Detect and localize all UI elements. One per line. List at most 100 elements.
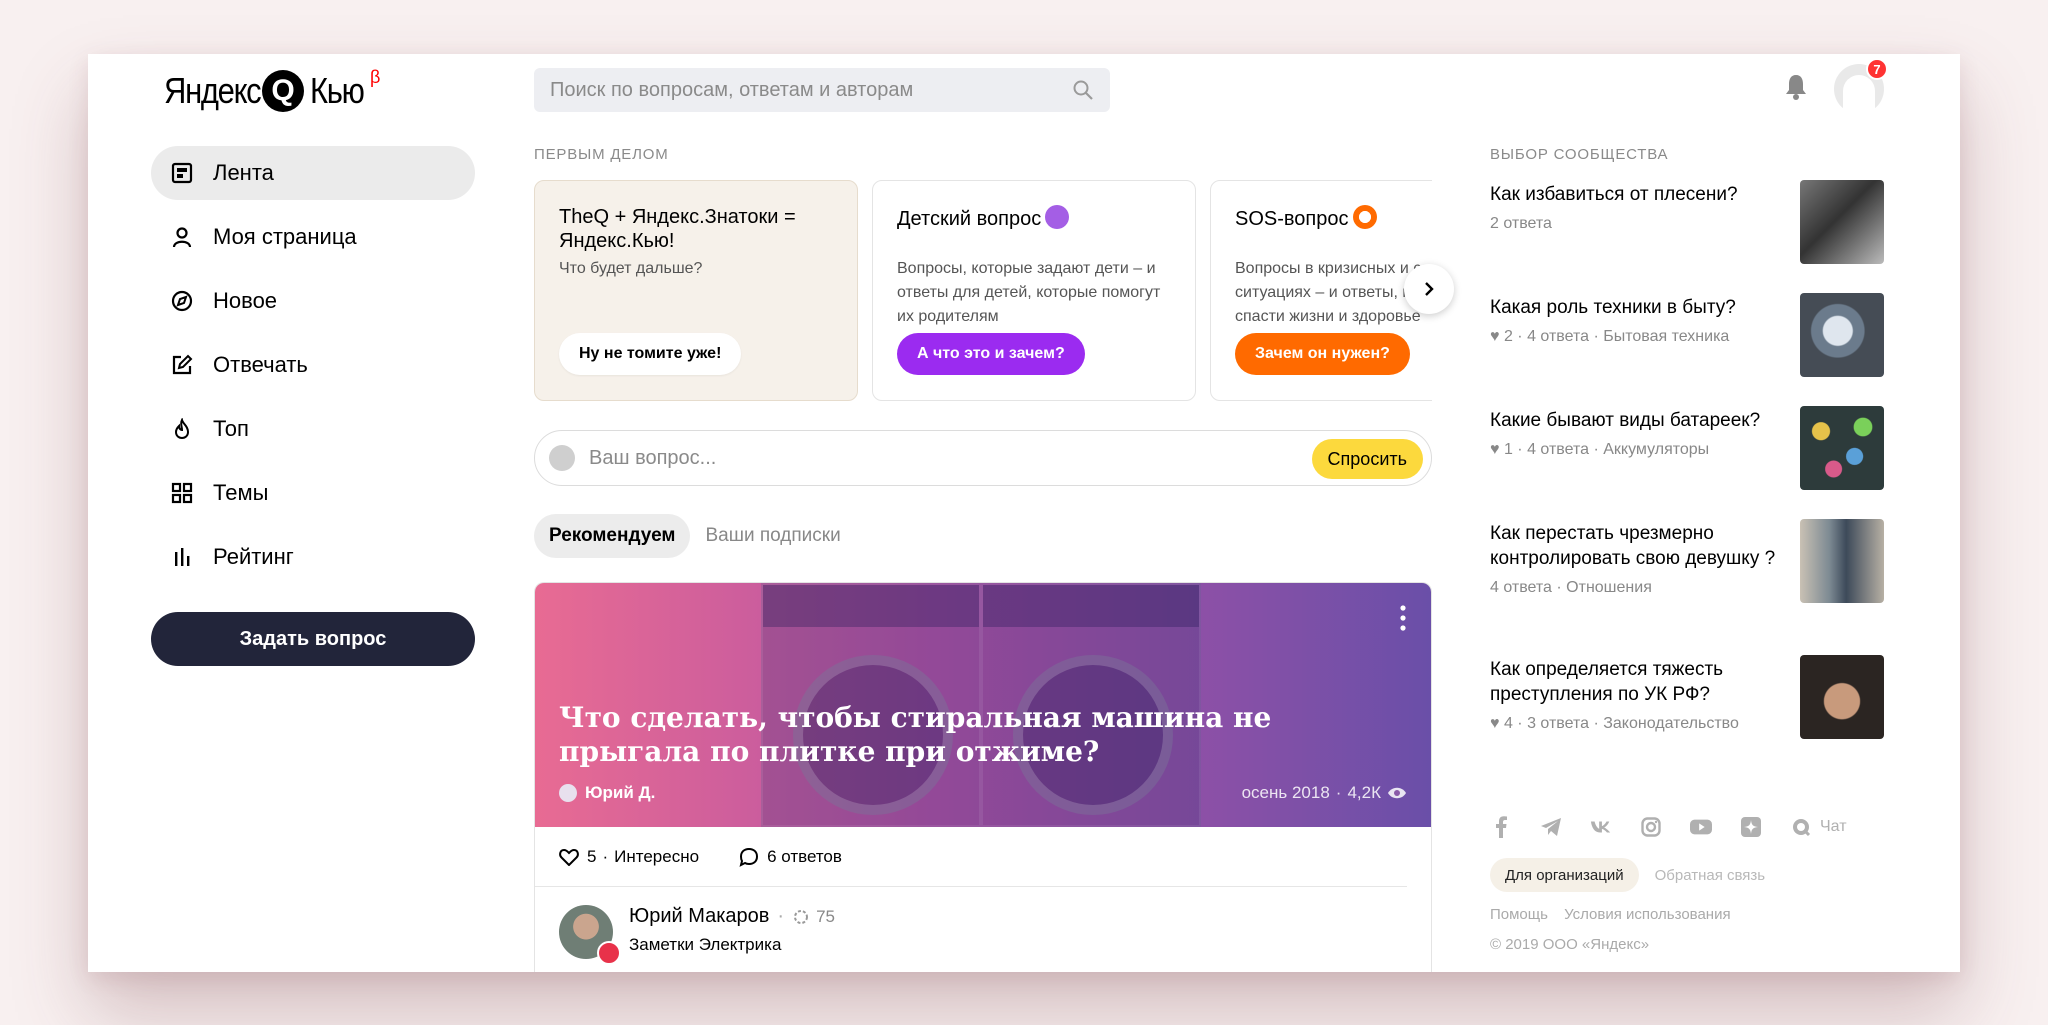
sidebar-item-label: Топ <box>213 416 249 441</box>
avatar <box>549 445 575 471</box>
sidebar-item-label: Моя страница <box>213 224 357 249</box>
ask-submit-button[interactable]: Спросить <box>1311 439 1423 479</box>
bars-icon <box>169 544 195 570</box>
question-thumbnail[interactable] <box>1800 655 1884 739</box>
feed-icon <box>169 160 195 186</box>
answer-author-row: Юрий Макаров · 75 <box>629 905 836 928</box>
question-title[interactable]: Какая роль техники в быту? <box>1490 295 1780 320</box>
sidebar-item-rating[interactable]: Рейтинг <box>151 530 475 584</box>
list-item[interactable]: Как перестать чрезмерно контролировать с… <box>1490 519 1884 657</box>
bell-icon[interactable] <box>1784 73 1808 106</box>
community-list: Как избавиться от плесени? 2 ответа Кака… <box>1490 180 1884 770</box>
sidebar-item-new[interactable]: Новое <box>151 274 475 328</box>
promo-card-button[interactable]: А что это и зачем? <box>897 333 1085 375</box>
chat-link[interactable]: Чат <box>1820 818 1847 836</box>
question-title[interactable]: Как определяется тяжесть преступления по… <box>1490 657 1780 707</box>
section-label-community: Выбор сообщества <box>1490 146 1669 163</box>
sidebar-item-label: Рейтинг <box>213 544 294 569</box>
post-hero[interactable]: Что сделать, чтобы стиральная машина не … <box>535 583 1431 827</box>
like-button[interactable]: 5 · Интересно <box>559 847 699 867</box>
rating-gear-icon <box>794 909 809 924</box>
answer-blog-name[interactable]: Заметки Электрика <box>629 935 781 955</box>
sidebar-nav: Лента Моя страница Новое Отвечать Топ Те… <box>151 146 475 594</box>
feedback-link[interactable]: Обратная связь <box>1655 867 1766 884</box>
chevron-right-icon <box>1425 282 1434 296</box>
promo-card-button[interactable]: Зачем он нужен? <box>1235 333 1410 375</box>
promo-card-subtitle: Что будет дальше? <box>559 260 703 277</box>
answers-count: 6 ответов <box>767 846 842 866</box>
post-actions: 5 · Интересно 6 ответов <box>535 827 1407 887</box>
question-title[interactable]: Как избавиться от плесени? <box>1490 182 1780 207</box>
answers-button[interactable]: 6 ответов <box>739 847 842 867</box>
user-avatar[interactable]: 7 <box>1834 58 1888 114</box>
grid-icon <box>169 480 195 506</box>
chat-icon[interactable] <box>1790 816 1812 838</box>
search-input[interactable] <box>550 68 1050 112</box>
promo-card-subtitle: Вопросы, которые задают дети – и ответы … <box>897 260 1161 325</box>
sidebar-item-answer[interactable]: Отвечать <box>151 338 475 392</box>
help-link[interactable]: Помощь <box>1490 906 1548 923</box>
answer-author-name[interactable]: Юрий Макаров <box>629 905 769 928</box>
notification-badge: 7 <box>1866 58 1888 80</box>
carousel-next-button[interactable] <box>1404 264 1454 314</box>
answer-preview[interactable]: Юрий Макаров · 75 Заметки Электрика <box>535 887 1431 967</box>
social-links: Чат <box>1490 816 1847 838</box>
post-views: 4,2К <box>1347 783 1381 802</box>
answer-author-score: 75 <box>816 906 836 926</box>
question-title[interactable]: Какие бывают виды батареек? <box>1490 408 1780 433</box>
sidebar-item-label: Отвечать <box>213 352 308 377</box>
sidebar-item-topics[interactable]: Темы <box>151 466 475 520</box>
instagram-icon[interactable] <box>1640 816 1662 838</box>
vk-icon[interactable] <box>1590 816 1612 838</box>
question-thumbnail[interactable] <box>1800 180 1884 264</box>
promo-carousel: TheQ + Яндекс.Знатоки = Яндекс.Кью! Что … <box>534 180 1432 402</box>
list-item[interactable]: Какие бывают виды батареек? ♥ 1 · 4 отве… <box>1490 406 1884 521</box>
list-item[interactable]: Как определяется тяжесть преступления по… <box>1490 655 1884 770</box>
heart-icon <box>559 848 579 866</box>
ask-box: Спросить <box>534 430 1432 486</box>
question-thumbnail[interactable] <box>1800 406 1884 490</box>
bear-emoji-icon <box>1045 205 1070 229</box>
tab-subscriptions[interactable]: Ваши подписки <box>690 514 855 558</box>
telegram-icon[interactable] <box>1540 816 1562 838</box>
sidebar-item-feed[interactable]: Лента <box>151 146 475 200</box>
compass-icon <box>169 288 195 314</box>
lifebuoy-emoji-icon <box>1352 205 1377 229</box>
terms-link[interactable]: Условия использования <box>1564 906 1731 923</box>
promo-card[interactable]: Детский вопрос Вопросы, которые задают д… <box>872 180 1196 401</box>
sidebar-item-label: Лента <box>213 160 274 185</box>
question-thumbnail[interactable] <box>1800 293 1884 377</box>
yandex-q-logo[interactable]: Яндекс Q Кью β <box>164 67 380 114</box>
post-title[interactable]: Что сделать, чтобы стиральная машина не … <box>559 701 1319 769</box>
question-title[interactable]: Как перестать чрезмерно контролировать с… <box>1490 521 1780 571</box>
expert-badge-icon <box>597 941 621 965</box>
promo-card[interactable]: SOS-вопрос Вопросы в кризисных и сложных… <box>1210 180 1432 401</box>
sidebar-item-my-page[interactable]: Моя страница <box>151 210 475 264</box>
tab-recommended[interactable]: Рекомендуем <box>534 514 691 558</box>
for-organizations-button[interactable]: Для организаций <box>1490 858 1639 892</box>
list-item[interactable]: Какая роль техники в быту? ♥ 2 · 4 ответ… <box>1490 293 1884 408</box>
sidebar-item-top[interactable]: Топ <box>151 402 475 456</box>
promo-card[interactable]: TheQ + Яндекс.Знатоки = Яндекс.Кью! Что … <box>534 180 858 401</box>
youtube-icon[interactable] <box>1690 816 1712 838</box>
promo-card-button[interactable]: Ну не томите уже! <box>559 333 742 375</box>
zen-icon[interactable] <box>1740 816 1762 838</box>
sidebar-item-label: Темы <box>213 480 269 505</box>
copyright: © 2019 ООО «Яндекс» <box>1490 936 1650 953</box>
promo-card-title: TheQ + Яндекс.Знатоки = Яндекс.Кью! <box>559 206 796 252</box>
search-icon[interactable] <box>1072 79 1094 106</box>
promo-card-title-row: Детский вопрос <box>897 205 1171 257</box>
post-meta: осень 2018 · 4,2К <box>1242 783 1407 803</box>
avatar <box>559 784 577 802</box>
app-window: Яндекс Q Кью β Лента Моя страница Новое <box>88 54 1960 972</box>
feed-tabs: Рекомендуем Ваши подписки <box>534 514 856 558</box>
list-item[interactable]: Как избавиться от плесени? 2 ответа <box>1490 180 1884 295</box>
post-author[interactable]: Юрий Д. <box>559 783 655 803</box>
question-thumbnail[interactable] <box>1800 519 1884 603</box>
ask-question-button[interactable]: Задать вопрос <box>151 612 475 666</box>
question-input[interactable] <box>589 431 1289 485</box>
more-options-icon[interactable] <box>1399 605 1407 631</box>
facebook-icon[interactable] <box>1490 816 1512 838</box>
post-author-name: Юрий Д. <box>585 783 656 802</box>
logo-word-q: Кью <box>310 70 365 111</box>
